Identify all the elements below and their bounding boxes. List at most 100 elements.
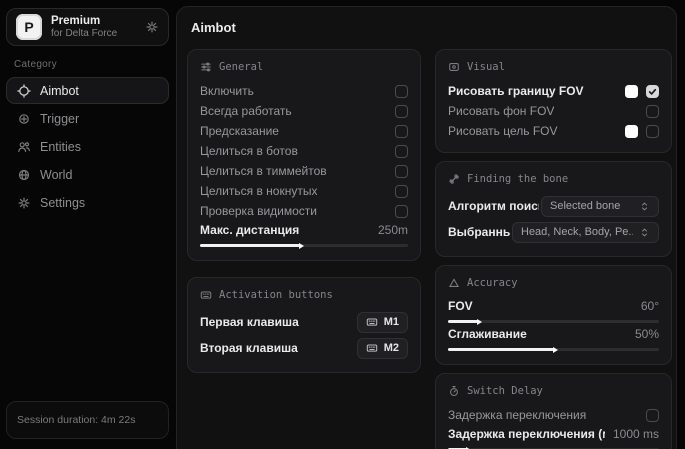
gear-icon[interactable] — [145, 20, 159, 34]
settings-columns: General Включить Всегда работать Предсказан… — [187, 49, 672, 449]
world-icon — [17, 168, 31, 182]
slider-fill — [448, 320, 478, 323]
row-label: Целиться в ботов — [200, 144, 298, 158]
brand-logo: P — [16, 14, 42, 40]
entities-icon — [17, 140, 31, 154]
select-button[interactable]: Selected bone — [541, 196, 659, 217]
keyboard-icon — [200, 289, 212, 301]
card-header: Finding the bone — [448, 172, 659, 185]
brand-title: Premium — [51, 15, 136, 28]
slider-thumb[interactable] — [299, 243, 304, 249]
checkbox[interactable] — [395, 205, 408, 218]
slider-track[interactable] — [448, 320, 659, 323]
keybind-value: M2 — [384, 342, 399, 354]
sliders-icon — [200, 61, 212, 73]
unfold-icon — [639, 201, 650, 212]
slider-track[interactable] — [200, 244, 408, 247]
session-duration-box: Session duration: 4m 22s — [6, 401, 169, 439]
row-label: FOV — [448, 299, 473, 313]
select-row: Алгоритм поиска костейSelected bone — [448, 193, 659, 219]
card-accuracy: Accuracy FOV 60° Сглаживание 50% — [435, 265, 672, 365]
toggle-row: Включить — [200, 81, 408, 101]
slider-thumb[interactable] — [477, 319, 482, 325]
select-button[interactable]: Head, Neck, Body, Pe.. — [512, 222, 659, 243]
card-header: Activation buttons — [200, 288, 408, 301]
sidebar-item-aimbot[interactable]: Aimbot — [6, 77, 169, 104]
gear-icon — [17, 196, 31, 210]
slider-value: 60° — [641, 299, 659, 313]
sidebar-item-entities[interactable]: Entities — [6, 133, 169, 160]
card-header: General — [200, 60, 408, 73]
sidebar-item-trigger[interactable]: Trigger — [6, 105, 169, 132]
slider-value: 50% — [635, 327, 659, 341]
checkbox[interactable] — [646, 409, 659, 422]
checkbox[interactable] — [395, 125, 408, 138]
keyboard-icon — [366, 342, 378, 354]
sidebar: P Premium for Delta Force Category Aimbo… — [6, 8, 169, 441]
row-label: Предсказание — [200, 124, 279, 138]
checkbox[interactable] — [395, 185, 408, 198]
toggle-row: Проверка видимости — [200, 201, 408, 221]
toggle-row: Целиться в нокнутых — [200, 181, 408, 201]
card-title: General — [219, 61, 263, 73]
unfold-icon — [639, 227, 650, 238]
visual-icon — [448, 61, 460, 73]
keybind-button[interactable]: M2 — [357, 338, 408, 359]
slider-label-row: Макс. дистанция 250m — [200, 221, 408, 239]
sidebar-nav: Aimbot Trigger Entities World Settings — [6, 77, 169, 216]
toggle-row: Целиться в тиммейтов — [200, 161, 408, 181]
keyboard-icon — [366, 316, 378, 328]
card-header: Accuracy — [448, 276, 659, 289]
brand-card: P Premium for Delta Force — [6, 8, 169, 46]
sidebar-item-label: Entities — [40, 140, 81, 154]
row-label: Первая клавиша — [200, 315, 299, 329]
slider-track[interactable] — [448, 348, 659, 351]
session-duration-text: Session duration: 4m 22s — [17, 414, 135, 426]
left-column: General Включить Всегда работать Предсказан… — [187, 49, 421, 449]
select-value: Selected bone — [550, 200, 633, 212]
row-label: Всегда работать — [200, 104, 292, 118]
keybind-button[interactable]: M1 — [357, 312, 408, 333]
checkbox[interactable] — [395, 105, 408, 118]
slider-row: Макс. дистанция 250m — [200, 221, 408, 247]
sidebar-item-label: Aimbot — [40, 84, 79, 98]
sidebar-item-settings[interactable]: Settings — [6, 189, 169, 216]
row-controls — [395, 205, 408, 218]
slider-row: Сглаживание 50% — [448, 325, 659, 351]
toggle-row: Задержка переключения — [448, 405, 659, 425]
toggle-row: Целиться в ботов — [200, 141, 408, 161]
page-title: Aimbot — [191, 20, 236, 35]
row-controls — [625, 125, 659, 138]
row-label: Макс. дистанция — [200, 223, 299, 237]
row-label: Целиться в нокнутых — [200, 184, 317, 198]
row-label: Рисовать фон FOV — [448, 104, 554, 118]
color-swatch[interactable] — [625, 85, 638, 98]
color-swatch[interactable] — [625, 125, 638, 138]
row-label: Вторая клавиша — [200, 341, 298, 355]
slider-fill — [200, 244, 300, 247]
checkbox[interactable] — [646, 105, 659, 118]
checkbox[interactable] — [646, 125, 659, 138]
row-controls — [395, 125, 408, 138]
row-label: Сглаживание — [448, 327, 527, 341]
checkbox[interactable] — [395, 145, 408, 158]
bone-icon — [448, 173, 460, 185]
checkbox[interactable] — [395, 85, 408, 98]
toggle-row: Рисовать фон FOV — [448, 101, 659, 121]
sidebar-item-label: World — [40, 168, 72, 182]
checkbox[interactable] — [395, 165, 408, 178]
slider-value: 250m — [378, 223, 408, 237]
row-controls — [646, 105, 659, 118]
slider-thumb[interactable] — [553, 347, 558, 353]
row-label: Задержка переключения (мс) — [448, 427, 605, 441]
slider-label-row: FOV 60° — [448, 297, 659, 315]
keybind-row: Вторая клавиша M2 — [200, 335, 408, 361]
card-header: Switch Delay — [448, 384, 659, 397]
sidebar-item-world[interactable]: World — [6, 161, 169, 188]
slider-row: FOV 60° — [448, 297, 659, 323]
row-label: Рисовать границу FOV — [448, 84, 584, 98]
row-label: Включить — [200, 84, 254, 98]
toggle-row: Предсказание — [200, 121, 408, 141]
checkbox[interactable] — [646, 85, 659, 98]
card-title: Visual — [467, 61, 505, 73]
